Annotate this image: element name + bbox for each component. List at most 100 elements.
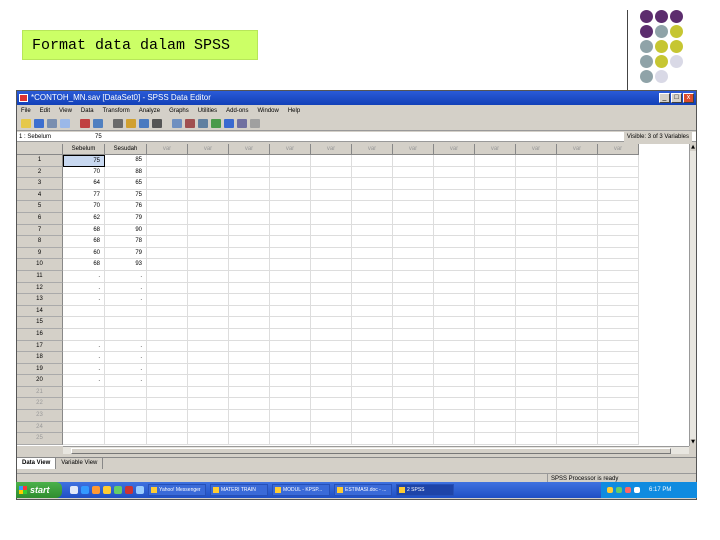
cell-empty[interactable] [393,328,434,341]
menu-item-addons[interactable]: Add-ons [226,105,248,117]
menu-item-data[interactable]: Data [81,105,94,117]
cell-empty[interactable] [352,259,393,271]
row-header[interactable]: 18 [17,352,63,364]
row-header[interactable]: 10 [17,259,63,271]
cell-empty[interactable] [434,317,475,329]
cell-empty[interactable] [147,224,188,237]
cell-empty[interactable] [475,212,516,225]
vertical-scrollbar[interactable]: ▲ ▼ [689,144,696,446]
cell-empty[interactable] [516,421,557,434]
cell-sesudah[interactable] [105,317,147,329]
row-header[interactable]: 19 [17,363,63,376]
cell-empty[interactable] [516,340,557,353]
cell-empty[interactable] [352,398,393,411]
column-header-var[interactable]: var [516,144,557,155]
cell-empty[interactable] [475,305,516,318]
row-header[interactable]: 4 [17,189,63,202]
menu-item-window[interactable]: Window [257,105,278,117]
cell-empty[interactable] [311,363,352,376]
cell-empty[interactable] [311,212,352,225]
cell-empty[interactable] [434,375,475,387]
cell-sebelum[interactable]: 68 [63,259,105,271]
cell-sebelum[interactable]: 77 [63,189,105,202]
cell-empty[interactable] [475,247,516,260]
open-icon[interactable] [21,119,31,128]
cell-empty[interactable] [516,236,557,248]
cell-empty[interactable] [557,340,598,353]
goto-chart-icon[interactable] [113,119,123,128]
cell-empty[interactable] [557,352,598,364]
cell-empty[interactable] [557,224,598,237]
row-header[interactable]: 25 [17,433,63,445]
cell-sesudah[interactable]: . [105,352,147,364]
cell-sebelum[interactable]: . [63,282,105,295]
cell-empty[interactable] [270,259,311,271]
desktop-icon[interactable] [70,486,78,494]
cell-sesudah[interactable]: 65 [105,178,147,190]
cell-empty[interactable] [147,247,188,260]
cell-empty[interactable] [516,410,557,422]
column-header-var[interactable]: var [311,144,352,155]
cell-empty[interactable] [229,398,270,411]
select-cases-icon[interactable] [224,119,234,128]
cell-empty[interactable] [475,398,516,411]
cell-empty[interactable] [557,386,598,399]
cell-empty[interactable] [270,189,311,202]
cell-empty[interactable] [557,363,598,376]
cell-empty[interactable] [434,421,475,434]
cell-empty[interactable] [557,282,598,295]
cell-empty[interactable] [270,363,311,376]
cell-empty[interactable] [311,201,352,213]
cell-empty[interactable] [434,155,475,167]
insert-variable-icon[interactable] [185,119,195,128]
cell-sebelum[interactable]: 60 [63,247,105,260]
column-header-var[interactable]: var [598,144,639,155]
row-header[interactable]: 21 [17,386,63,399]
cell-empty[interactable] [188,340,229,353]
insert-cases-icon[interactable] [172,119,182,128]
cell-empty[interactable] [393,166,434,179]
row-header[interactable]: 2 [17,166,63,179]
cell-empty[interactable] [393,421,434,434]
cell-empty[interactable] [557,201,598,213]
cell-empty[interactable] [393,155,434,167]
cell-empty[interactable] [516,375,557,387]
cell-empty[interactable] [434,224,475,237]
cell-empty[interactable] [229,421,270,434]
cell-empty[interactable] [557,433,598,445]
cell-sebelum[interactable] [63,421,105,434]
undo-icon[interactable] [80,119,90,128]
cell-empty[interactable] [352,236,393,248]
cell-sebelum[interactable]: 75 [63,155,105,167]
menu-item-graphs[interactable]: Graphs [169,105,189,117]
cell-empty[interactable] [434,282,475,295]
cell-empty[interactable] [147,410,188,422]
cell-empty[interactable] [434,178,475,190]
weight-cases-icon[interactable] [211,119,221,128]
cell-empty[interactable] [147,375,188,387]
cell-empty[interactable] [475,363,516,376]
cell-empty[interactable] [352,433,393,445]
row-header[interactable]: 1 [17,155,63,167]
value-labels-icon[interactable] [237,119,247,128]
row-header[interactable]: 13 [17,294,63,306]
cell-sebelum[interactable] [63,305,105,318]
scroll-down-icon[interactable]: ▼ [690,439,696,446]
cell-empty[interactable] [311,305,352,318]
cell-empty[interactable] [270,421,311,434]
cell-empty[interactable] [475,328,516,341]
cell-empty[interactable] [598,398,639,411]
cell-empty[interactable] [475,282,516,295]
menu-item-help[interactable]: Help [288,105,300,117]
cell-empty[interactable] [598,155,639,167]
cell-sebelum[interactable]: . [63,340,105,353]
cell-empty[interactable] [229,236,270,248]
cell-empty[interactable] [147,236,188,248]
cell-empty[interactable] [393,224,434,237]
cell-sebelum[interactable]: 70 [63,166,105,179]
cell-empty[interactable] [516,178,557,190]
cell-empty[interactable] [311,155,352,167]
cell-empty[interactable] [188,375,229,387]
app-icon[interactable] [125,486,133,494]
cell-empty[interactable] [475,270,516,283]
